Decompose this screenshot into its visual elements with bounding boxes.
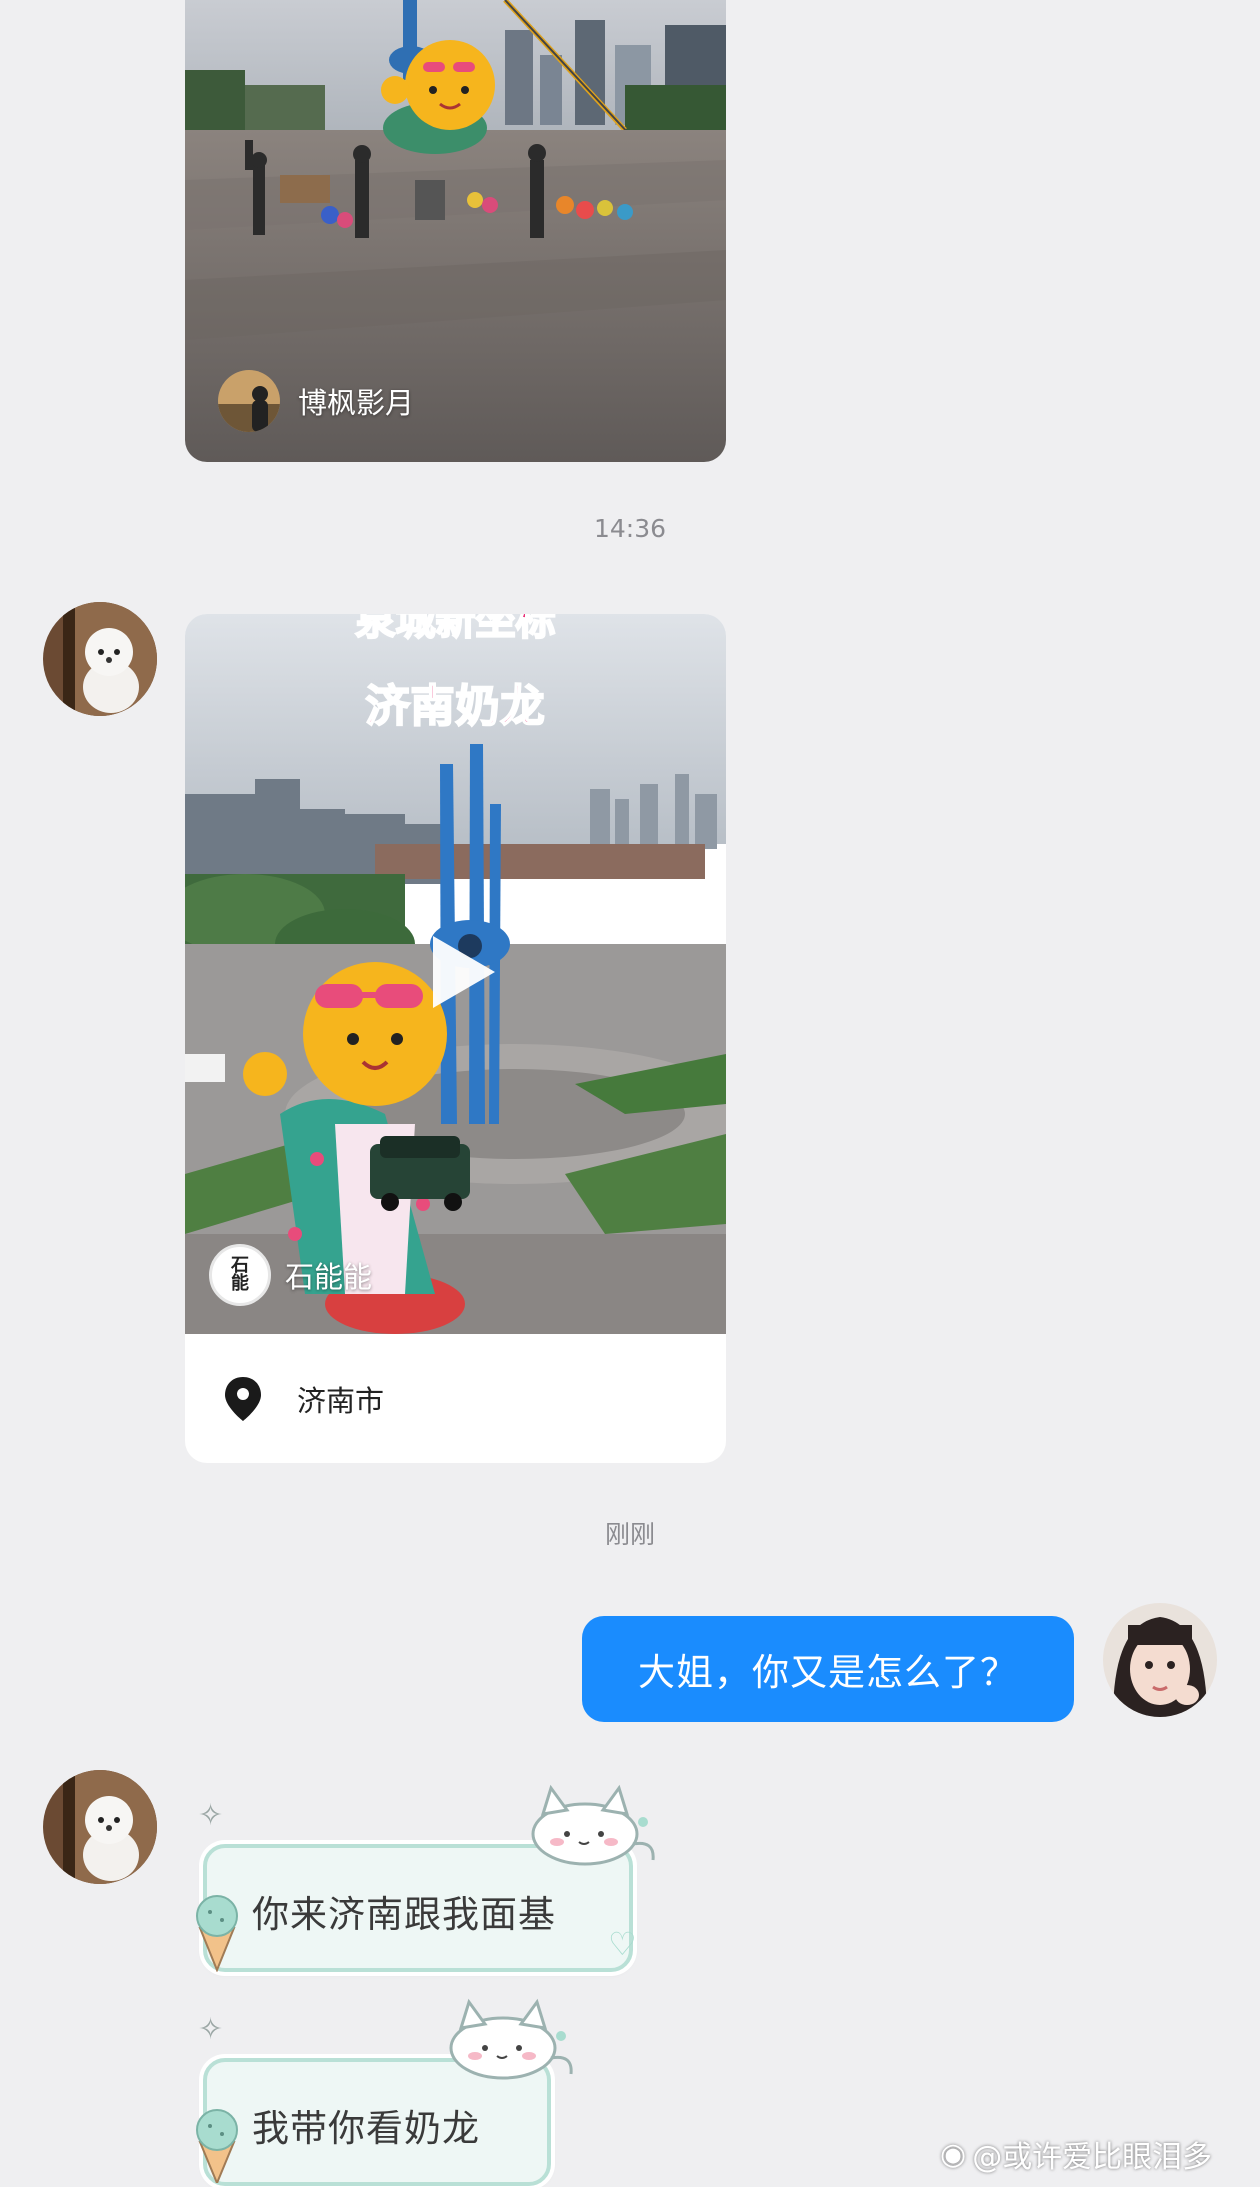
watermark-text: @或许爱比眼泪多 [972, 2140, 1213, 2175]
video-headline-partial: 泉城新坐标 [355, 614, 557, 645]
ice-cream-icon [186, 2106, 248, 2186]
video-headline: 济南奶龙 [365, 680, 546, 733]
my-avatar[interactable] [1103, 1603, 1217, 1717]
video-post-author-name: 石能能 [285, 1260, 373, 1294]
play-button-icon[interactable] [421, 932, 501, 1012]
puppy-avatar-image [43, 1770, 157, 1884]
video-thumbnail[interactable]: 泉城新坐标 济南奶龙 石能 石能能 [185, 614, 726, 1334]
outgoing-message-bubble[interactable]: 大姐，你又是怎么了？ [582, 1616, 1074, 1722]
incoming-message-text: 我带你看奶龙 [252, 2107, 480, 2150]
cat-sticker-icon [515, 1782, 660, 1872]
timestamp: 刚刚 [604, 1520, 655, 1549]
cat-sticker-icon [433, 1996, 578, 2086]
location-row[interactable]: 济南市 [185, 1334, 726, 1463]
timestamp: 14:36 [593, 514, 667, 543]
sender-avatar[interactable] [43, 1770, 157, 1884]
video-post-author[interactable]: 石能 石能能 [209, 1244, 372, 1306]
puppy-avatar-image [43, 602, 157, 716]
author-logo-avatar: 石能 [209, 1244, 271, 1306]
top-post-author[interactable]: 博枫影月 [218, 370, 414, 432]
sparkle-icon: ✧ [198, 1798, 224, 1833]
location-label: 济南市 [297, 1383, 385, 1418]
video-post-card[interactable]: 泉城新坐标 济南奶龙 石能 石能能 济南市 [185, 614, 726, 1463]
outgoing-message-text: 大姐，你又是怎么了？ [638, 1651, 1018, 1694]
heart-icon: ♡ [608, 1925, 637, 1963]
author-avatar [218, 370, 280, 432]
girl-avatar-image [1103, 1603, 1217, 1717]
incoming-message-text: 你来济南跟我面基 [252, 1893, 556, 1936]
sender-avatar[interactable] [43, 602, 157, 716]
watermark: ◉ @或许爱比眼泪多 [940, 2132, 1212, 2176]
ice-cream-icon [186, 1892, 248, 1973]
top-post-author-name: 博枫影月 [298, 386, 415, 420]
top-post-card[interactable]: 博枫影月 [185, 0, 726, 462]
sparkle-icon: ✧ [198, 2012, 224, 2047]
author-logo-text: 石能 [231, 1255, 249, 1294]
location-pin-icon [223, 1375, 263, 1423]
weibo-logo-icon: ◉ [940, 2136, 967, 2172]
